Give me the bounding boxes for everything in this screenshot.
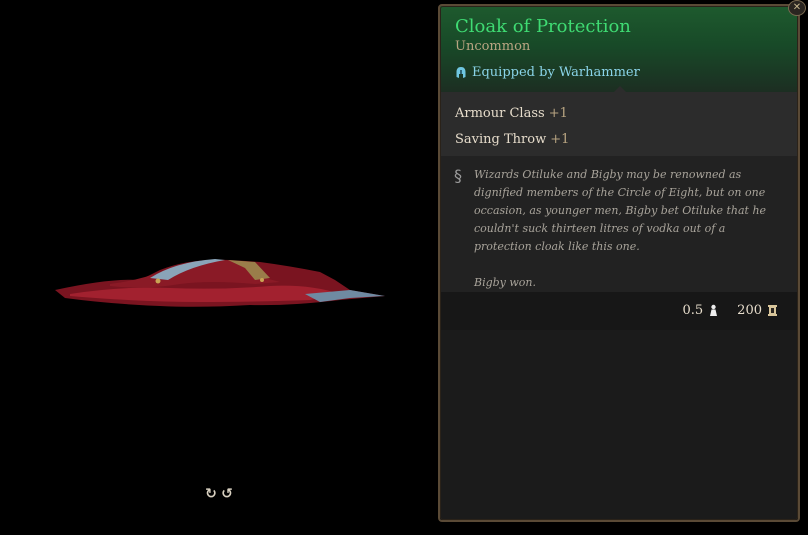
lore-paragraph: Wizards Otiluke and Bigby may be renowne… <box>474 168 767 253</box>
weight-value: 0.5 <box>682 303 704 318</box>
stat-label: Saving Throw <box>455 132 547 147</box>
description-section: § Wizards Otiluke and Bigby may be renow… <box>440 156 798 292</box>
stat-armour-class: Armour Class +1 <box>455 106 568 121</box>
item-rarity: Uncommon <box>455 39 531 54</box>
item-name: Cloak of Protection <box>455 16 631 37</box>
gold-value: 200 <box>737 303 762 318</box>
stat-label: Armour Class <box>455 106 545 121</box>
item-tooltip: Cloak of Protection Uncommon Equipped by… <box>438 4 800 522</box>
tooltip-empty-area <box>440 330 798 520</box>
close-icon[interactable]: ✕ <box>788 0 806 16</box>
rotate-left-icon[interactable]: ↻ <box>205 486 217 502</box>
tooltip-footer: 0.5 200 <box>440 292 798 330</box>
item-viewport[interactable]: ↻ ↺ <box>0 0 436 535</box>
equipped-label: Equipped by Warhammer <box>472 65 640 80</box>
stat-bonus: +1 <box>548 106 568 121</box>
weight-icon <box>710 304 718 316</box>
helmet-icon <box>456 67 466 78</box>
lore-text: Wizards Otiluke and Bigby may be renowne… <box>474 166 786 310</box>
stat-saving-throw: Saving Throw +1 <box>455 132 569 147</box>
lore-paragraph: Bigby won. <box>474 276 537 289</box>
stats-section: Armour Class +1 Saving Throw +1 <box>440 92 798 156</box>
rotate-right-icon[interactable]: ↺ <box>221 486 233 502</box>
stat-bonus: +1 <box>550 132 570 147</box>
quill-icon: § <box>454 166 462 185</box>
coin-icon <box>768 305 777 316</box>
cloak-model-image <box>55 259 385 307</box>
tooltip-header: Cloak of Protection Uncommon Equipped by… <box>440 6 798 92</box>
equipped-status: Equipped by Warhammer <box>455 65 640 80</box>
